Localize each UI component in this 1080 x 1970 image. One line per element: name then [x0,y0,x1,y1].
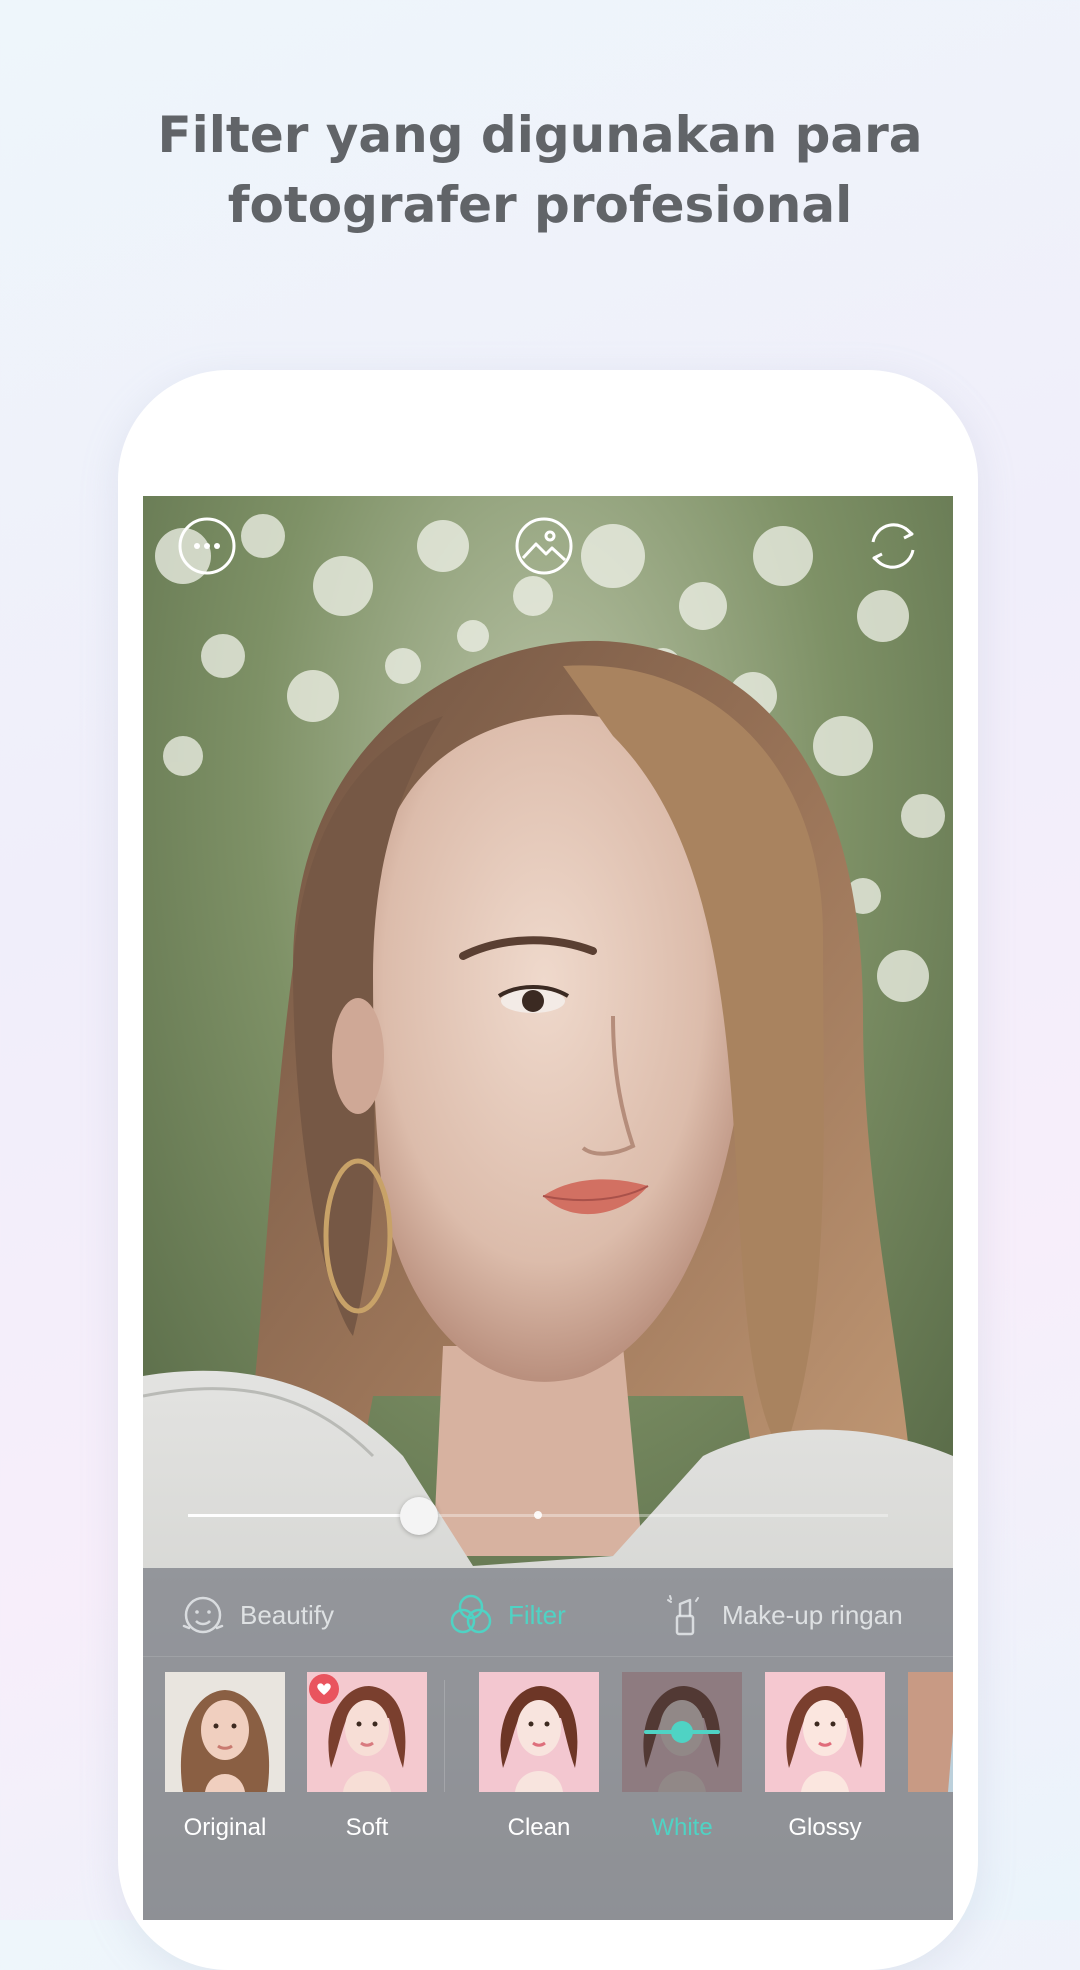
filter-intensity-slider[interactable] [188,1497,888,1535]
filter-label: Clean [507,1814,571,1841]
tab-divider [143,1656,953,1657]
filter-label: Original [183,1814,267,1841]
slider-fill [188,1514,419,1517]
filter-thumbnail [479,1672,599,1792]
filter-thumbnail [622,1672,742,1792]
edit-panel: Beautify Filter Make-up ringan Original … [143,1568,953,1920]
more-icon[interactable] [177,516,237,576]
slider-knob[interactable] [400,1497,438,1535]
filter-icon [448,1592,494,1638]
tab-label: Filter [508,1599,566,1630]
filter-thumbnail [765,1672,885,1792]
filter-soft[interactable]: Soft [307,1672,427,1842]
favorite-heart-icon [309,1674,339,1704]
camera-screen: Beautify Filter Make-up ringan Original … [143,496,953,1920]
face-icon [180,1592,226,1638]
tab-makeup[interactable]: Make-up ringan [662,1590,903,1640]
tab-beautify[interactable]: Beautify [180,1590,334,1640]
filter-label: White [651,1814,713,1841]
headline-line-1: Filter yang digunakan para [157,106,923,164]
filter-original[interactable]: Original [165,1672,285,1842]
filter-white[interactable]: White [622,1672,742,1842]
filter-thumbnail [165,1672,285,1792]
filter-glossy[interactable]: Glossy [765,1672,885,1842]
tab-label: Beautify [240,1599,334,1630]
slider-default-mark [534,1511,542,1519]
gallery-icon[interactable] [514,516,574,576]
filter-clean[interactable]: Clean [479,1672,599,1842]
filter-partial-next[interactable] [908,1672,953,1792]
filter-label: Soft [345,1814,389,1841]
filter-label: Glossy [788,1814,862,1841]
switch-camera-icon[interactable] [863,516,923,576]
filter-thumbnail [908,1672,953,1792]
headline: Filter yang digunakan para fotografer pr… [0,100,1080,240]
adjust-slider-icon [644,1721,720,1743]
headline-line-2: fotografer profesional [227,176,853,234]
filter-group-divider [444,1680,445,1792]
tab-label: Make-up ringan [722,1599,903,1630]
tab-filter[interactable]: Filter [448,1590,566,1640]
filter-thumbnail [307,1672,427,1792]
lipstick-icon [662,1592,708,1638]
